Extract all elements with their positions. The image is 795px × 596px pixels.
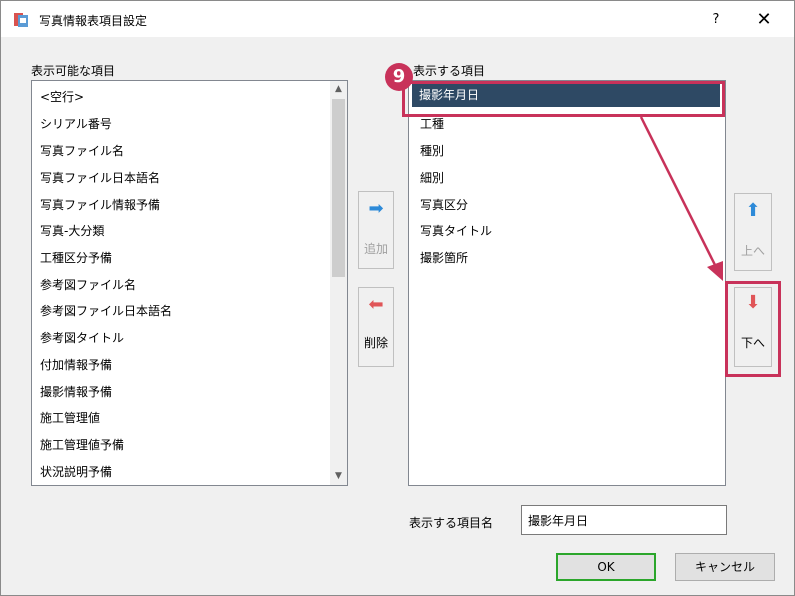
- display-items-list[interactable]: 撮影年月日 工種 種別 細別 写真区分 写真タイトル 撮影箇所: [408, 80, 726, 486]
- ok-button[interactable]: OK: [556, 553, 656, 581]
- photo-info-table-settings-dialog: 写真情報表項目設定 ? ✕ 表示可能な項目 <空行> シリアル番号 写真ファイル…: [0, 0, 795, 596]
- list-item[interactable]: 写真ファイル日本語名: [40, 167, 160, 189]
- list-item[interactable]: 写真ファイル情報予備: [40, 194, 160, 216]
- item-name-input[interactable]: [521, 505, 727, 535]
- scroll-thumb[interactable]: [332, 99, 345, 277]
- arrow-right-icon: ➡: [368, 198, 384, 219]
- move-up-label: 上へ: [740, 244, 765, 258]
- list-item[interactable]: 写真-大分類: [40, 220, 104, 242]
- app-icon: [14, 13, 28, 27]
- list-item[interactable]: 参考図タイトル: [40, 327, 124, 349]
- window-title: 写真情報表項目設定: [39, 14, 148, 28]
- list-item[interactable]: 細別: [420, 167, 444, 189]
- list-item[interactable]: 状況説明予備: [40, 461, 112, 483]
- list-item[interactable]: シリアル番号: [40, 113, 112, 135]
- list-item[interactable]: 写真区分: [420, 194, 468, 216]
- list-item[interactable]: 付加情報予備: [40, 354, 112, 376]
- scroll-up-icon[interactable]: ▲: [330, 81, 347, 98]
- remove-button-label: 削除: [363, 336, 388, 350]
- list-item[interactable]: 種別: [420, 140, 444, 162]
- cancel-button[interactable]: キャンセル: [675, 553, 775, 581]
- list-item[interactable]: 参考図ファイル日本語名: [40, 300, 172, 322]
- close-button[interactable]: ✕: [749, 7, 779, 33]
- scroll-down-icon[interactable]: ▼: [330, 468, 347, 485]
- list-item[interactable]: 施工管理値: [40, 407, 100, 429]
- arrow-up-icon: ⬆: [745, 200, 761, 221]
- available-list-scrollbar[interactable]: ▲ ▼: [330, 81, 347, 485]
- display-items-label: 表示する項目: [413, 64, 486, 78]
- list-item[interactable]: 撮影箇所: [420, 247, 468, 269]
- move-up-button[interactable]: ⬆ 上へ: [734, 193, 772, 271]
- selected-item-highlight: [402, 81, 725, 117]
- list-item[interactable]: 工種区分予備: [40, 247, 112, 269]
- list-item[interactable]: 撮影情報予備: [40, 381, 112, 403]
- list-item[interactable]: 写真タイトル: [420, 220, 492, 242]
- list-item[interactable]: 写真ファイル名: [40, 140, 124, 162]
- step-badge: 9: [385, 63, 413, 91]
- move-down-highlight: [725, 281, 781, 377]
- arrow-left-icon: ⬅: [368, 294, 384, 315]
- list-item[interactable]: 施工管理値予備: [40, 434, 124, 456]
- list-item[interactable]: <空行>: [40, 86, 84, 108]
- remove-button[interactable]: ⬅ 削除: [358, 287, 394, 367]
- help-button[interactable]: ?: [701, 7, 731, 33]
- item-name-label: 表示する項目名: [409, 516, 494, 530]
- add-button-label: 追加: [363, 242, 388, 256]
- add-button[interactable]: ➡ 追加: [358, 191, 394, 269]
- available-items-label: 表示可能な項目: [31, 64, 116, 78]
- available-items-list[interactable]: <空行> シリアル番号 写真ファイル名 写真ファイル日本語名 写真ファイル情報予…: [31, 80, 348, 486]
- list-item[interactable]: 参考図ファイル名: [40, 274, 136, 296]
- title-bar: 写真情報表項目設定 ? ✕: [1, 1, 794, 37]
